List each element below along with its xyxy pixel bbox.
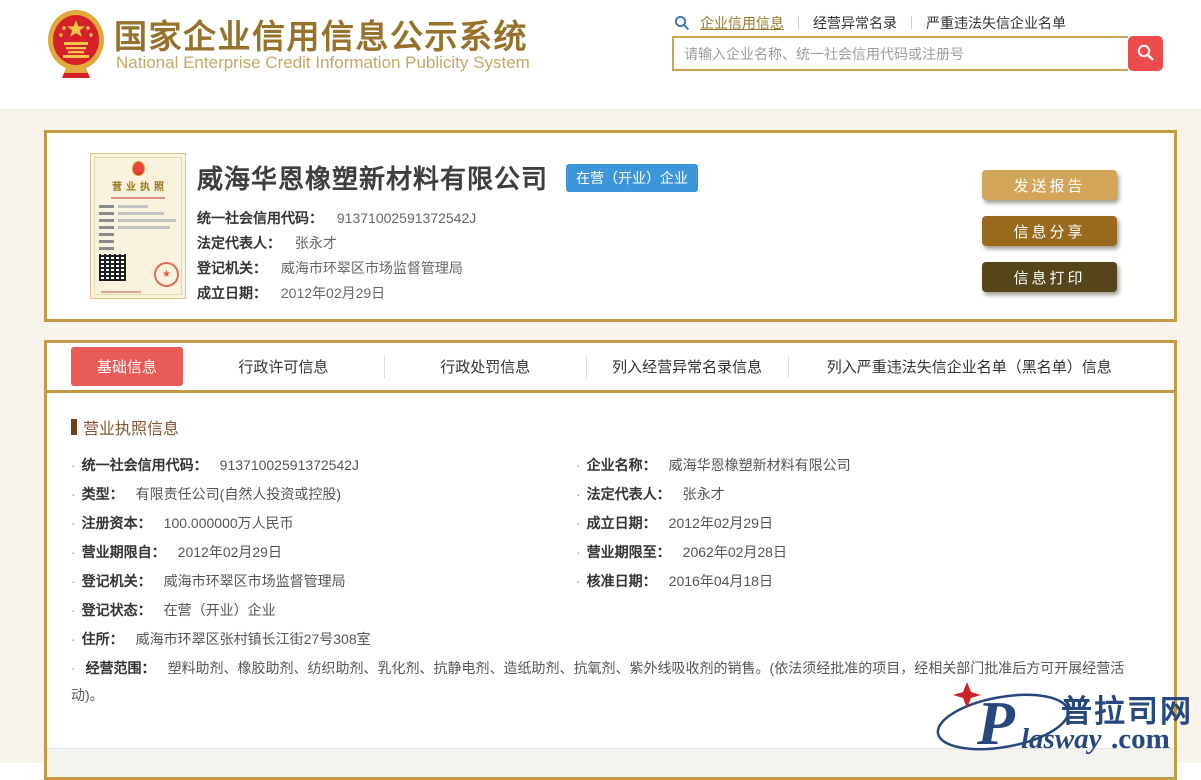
tab-abnormal-list[interactable]: 列入经营异常名录信息 bbox=[587, 356, 788, 377]
summary-field-legal-rep: 法定代表人： 张永才 bbox=[197, 235, 337, 251]
tab-bar: 基础信息 行政许可信息 行政处罚信息 列入经营异常名录信息 列入严重违法失信企业… bbox=[47, 343, 1174, 393]
search-bar bbox=[672, 36, 1163, 71]
nav-link-enterprise-credit[interactable]: 企业信用信息 bbox=[700, 13, 784, 33]
action-buttons: 发送报告 信息分享 信息打印 bbox=[982, 170, 1117, 308]
detail-row-registry: 登记机关：威海市环翠区市场监督管理局 bbox=[71, 567, 576, 596]
print-info-button[interactable]: 信息打印 bbox=[982, 262, 1117, 292]
company-info: 威海华恩橡塑新材料有限公司 在营（开业）企业 统一社会信用代码： 9137100… bbox=[197, 159, 904, 306]
status-badge: 在营（开业）企业 bbox=[566, 163, 699, 192]
detail-row-term-from: 营业期限自：2012年02月29日 bbox=[71, 538, 576, 567]
license-emblem-icon bbox=[131, 161, 145, 176]
detail-right-column: 企业名称：威海华恩橡塑新材料有限公司 法定代表人：张永才 成立日期：2012年0… bbox=[576, 451, 1150, 654]
search-button-icon bbox=[1136, 43, 1155, 65]
plasway-watermark-logo: P 普拉司网 lasway .com bbox=[936, 682, 1191, 758]
detail-row-founded: 成立日期：2012年02月29日 bbox=[576, 509, 1150, 538]
detail-row-company-name: 企业名称：威海华恩橡塑新材料有限公司 bbox=[576, 451, 1150, 480]
site-header: 国家企业信用信息公示系统 National Enterprise Credit … bbox=[0, 0, 1201, 110]
site-subtitle: National Enterprise Credit Information P… bbox=[116, 53, 530, 72]
license-footer-line bbox=[101, 291, 141, 293]
license-subtitle-line bbox=[111, 197, 165, 199]
tab-basic-info[interactable]: 基础信息 bbox=[71, 347, 184, 386]
summary-field-credit-code: 统一社会信用代码： 91371002591372542J bbox=[197, 210, 477, 226]
detail-row-status: 登记状态：在营（开业）企业 bbox=[71, 596, 576, 625]
nav-divider bbox=[798, 16, 799, 30]
search-icon bbox=[674, 15, 690, 31]
detail-left-column: 统一社会信用代码：91371002591372542J 类型：有限责任公司(自然… bbox=[71, 451, 576, 654]
business-license-thumbnail: 营业执照 ★ bbox=[90, 153, 186, 299]
detail-row-address: 住所：威海市环翠区张村镇长江街27号308室 bbox=[71, 625, 576, 654]
detail-row-type: 类型：有限责任公司(自然人投资或控股) bbox=[71, 480, 576, 509]
license-seal-icon: ★ bbox=[154, 262, 179, 287]
license-qr-code bbox=[99, 254, 126, 281]
watermark-rest: lasway bbox=[1021, 723, 1102, 755]
nav-link-blacklist[interactable]: 严重违法失信企业名单 bbox=[926, 13, 1066, 33]
summary-field-registry: 登记机关： 威海市环翠区市场监督管理局 bbox=[197, 260, 463, 276]
license-detail-section: 营业执照信息 统一社会信用代码：91371002591372542J 类型：有限… bbox=[47, 393, 1174, 709]
license-title: 营业执照 bbox=[112, 182, 168, 193]
search-input[interactable] bbox=[672, 36, 1128, 71]
detail-row-capital: 注册资本：100.000000万人民币 bbox=[71, 509, 576, 538]
tab-admin-license[interactable]: 行政许可信息 bbox=[183, 356, 384, 377]
nav-divider bbox=[911, 16, 912, 30]
tab-admin-penalty[interactable]: 行政处罚信息 bbox=[385, 356, 586, 377]
search-button[interactable] bbox=[1128, 36, 1163, 71]
section-title-bar bbox=[71, 419, 77, 435]
tab-blacklist[interactable]: 列入严重违法失信企业名单（黑名单）信息 bbox=[789, 356, 1151, 377]
watermark-p: P bbox=[976, 690, 1016, 758]
watermark-dot: .com bbox=[1111, 723, 1170, 755]
detail-row-approval-date: 核准日期：2016年04月18日 bbox=[576, 567, 1150, 596]
send-report-button[interactable]: 发送报告 bbox=[982, 170, 1117, 200]
search-type-nav: 企业信用信息 经营异常名录 严重违法失信企业名单 bbox=[674, 13, 1066, 33]
summary-field-founded: 成立日期： 2012年02月29日 bbox=[197, 285, 386, 301]
detail-row-credit-code: 统一社会信用代码：91371002591372542J bbox=[71, 451, 576, 480]
national-emblem-logo bbox=[48, 10, 104, 78]
nav-link-abnormal-list[interactable]: 经营异常名录 bbox=[813, 13, 897, 33]
site-title: 国家企业信用信息公示系统 bbox=[114, 18, 528, 55]
share-info-button[interactable]: 信息分享 bbox=[982, 216, 1117, 246]
company-summary-card: 营业执照 ★ 威海华恩橡塑新材料有限公司 在营（开业）企业 统一社会信用代码： … bbox=[44, 130, 1177, 322]
section-title: 营业执照信息 bbox=[71, 415, 1150, 439]
detail-row-term-to: 营业期限至：2062年02月28日 bbox=[576, 538, 1150, 567]
company-name: 威海华恩橡塑新材料有限公司 bbox=[197, 164, 549, 194]
detail-row-legal-rep: 法定代表人：张永才 bbox=[576, 480, 1150, 509]
